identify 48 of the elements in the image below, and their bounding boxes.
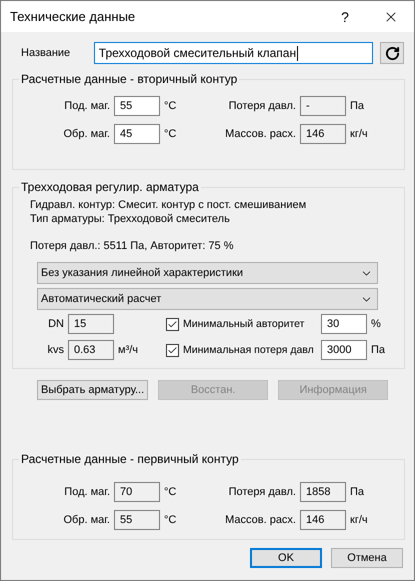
field-label: Обр. маг. (62, 514, 110, 526)
field-label: Под. маг. (63, 486, 110, 498)
group-title: Расчетные данные - первичный контур (20, 452, 240, 466)
name-input[interactable]: Трехходовой смесительный клапан (94, 42, 374, 64)
field-label: Обр. маг. (62, 128, 110, 140)
cancel-button[interactable]: Отмена (331, 548, 403, 568)
summary-text: Потеря давл.: 5511 Па, Авторитет: 75 % (29, 240, 235, 252)
group-title: Расчетные данные - вторичный контур (20, 72, 238, 86)
field-label: kvs (46, 344, 64, 356)
window-title: Технические данные (10, 9, 136, 24)
field-label: Под. маг. (63, 100, 110, 112)
field-label: Массов. расх. (224, 128, 296, 140)
dropdown[interactable]: Без указания линейной характеристики (37, 262, 378, 284)
unit-label: Па (350, 100, 366, 112)
info-text: Тип арматуры: Трехходовой смеситель (30, 212, 231, 226)
unit-label: % (371, 318, 381, 330)
checkbox-label: Минимальный авторитет (183, 318, 306, 330)
unit-label: Па (350, 486, 366, 498)
unit-label: м³/ч (118, 344, 140, 356)
checkbox[interactable] (166, 318, 179, 330)
ok-button[interactable]: OK (250, 548, 322, 568)
check-icon (167, 318, 178, 330)
unit-label: кг/ч (350, 128, 369, 140)
field-label: Потеря давл. (228, 100, 296, 112)
dropdown[interactable]: Автоматический расчет (37, 288, 378, 310)
action-button[interactable]: Выбрать арматуру... (37, 380, 148, 400)
input-field[interactable]: 45 (114, 124, 160, 144)
unit-label: °C (164, 514, 178, 526)
field-label: Массов. расх. (224, 514, 296, 526)
help-button[interactable]: ? (322, 8, 368, 24)
unit-label: °C (164, 128, 178, 140)
input-field[interactable]: 55 (114, 96, 160, 116)
input-field[interactable]: 3000 (321, 340, 367, 360)
name-label: Название (20, 47, 72, 59)
field-label: DN (47, 318, 64, 330)
unit-label: кг/ч (350, 514, 369, 526)
unit-label: Па (371, 344, 386, 356)
refresh-icon (384, 46, 400, 60)
info-text: Гидравл. контур: Смесит. контур с пост. смешиванием (30, 198, 308, 212)
checkbox[interactable] (166, 344, 179, 356)
input-field[interactable]: 30 (321, 314, 367, 334)
refresh-button[interactable] (380, 42, 404, 64)
check-icon (167, 344, 178, 356)
group-title: Трехходовая регулир. арматура (20, 180, 200, 194)
checkbox-label: Минимальная потеря давл (183, 344, 315, 356)
unit-label: °C (164, 100, 178, 112)
field-label: Потеря давл. (228, 486, 296, 498)
unit-label: °C (164, 486, 178, 498)
